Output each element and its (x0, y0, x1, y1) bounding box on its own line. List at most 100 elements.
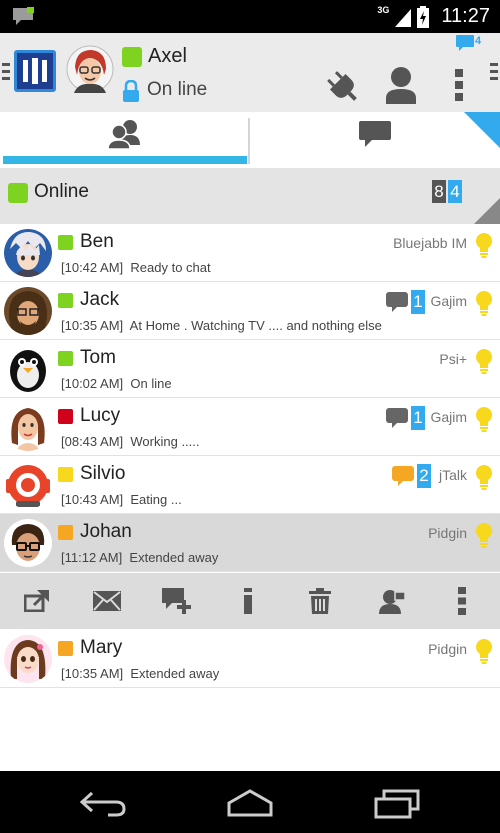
status-bar: 3G 11:27 (0, 0, 500, 33)
status-time: [10:35 AM] (61, 318, 124, 333)
open-chat-button[interactable] (19, 583, 55, 619)
chat-bubble-icon (386, 408, 408, 428)
add-chat-button[interactable] (159, 583, 195, 619)
contact-name: Mary (80, 637, 123, 658)
client-name: Gajim (430, 409, 467, 425)
contact-row-mary[interactable]: Mary [10:35 AM] Extended away Pidgin (0, 630, 500, 688)
client-name: Pidgin (428, 641, 467, 657)
status-text: Ready to chat (130, 260, 211, 275)
delete-icon (309, 588, 331, 614)
app-logo-icon[interactable] (14, 50, 56, 92)
plug-icon[interactable] (322, 66, 362, 106)
avatar (4, 635, 52, 683)
info-button[interactable] (230, 583, 266, 619)
new-message-corner-indicator (464, 112, 500, 148)
signal-icon (395, 8, 412, 27)
unread-count: 1 (411, 290, 425, 314)
contact-status-message: [11:12 AM] Extended away (61, 550, 218, 565)
chat-bubble-icon (359, 121, 391, 147)
status-dot (58, 467, 73, 482)
avatar (4, 229, 52, 277)
recent-apps-icon[interactable] (372, 787, 422, 819)
contact-row-johan[interactable]: Johan [11:12 AM] Extended away Pidgin (0, 514, 500, 572)
lightbulb-icon[interactable] (474, 522, 494, 548)
more-actions-button[interactable] (444, 583, 480, 619)
contact-name: Jack (80, 289, 120, 310)
back-icon[interactable] (78, 787, 128, 819)
lock-icon (123, 80, 139, 102)
unread-count: 1 (411, 406, 425, 430)
contact-name: Silvio (80, 463, 126, 484)
status-dot (58, 409, 73, 424)
lightbulb-icon[interactable] (474, 290, 494, 316)
lightbulb-icon[interactable] (474, 232, 494, 258)
contact-row-jack[interactable]: Jack [10:35 AM] At Home . Watching TV ..… (0, 282, 500, 340)
unread-badge[interactable]: 2 (392, 464, 431, 488)
contact-row-tom[interactable]: Tom [10:02 AM] On line Psi+ (0, 340, 500, 398)
contact-row-silvio[interactable]: Silvio [10:43 AM] Eating ... 2 jTalk (0, 456, 500, 514)
unread-count: 2 (417, 464, 431, 488)
status-dot (58, 351, 73, 366)
account-icon[interactable] (384, 66, 418, 104)
tab-chats[interactable] (250, 112, 500, 168)
tab-bar (0, 112, 500, 168)
notification-message-icon (13, 7, 34, 25)
status-text: At Home . Watching TV .... and nothing e… (129, 318, 382, 333)
group-header-online[interactable]: Online 8 4 (0, 168, 500, 224)
contact-info-button[interactable] (374, 583, 410, 619)
unread-messages-indicator[interactable]: 4 (456, 35, 481, 51)
lightbulb-icon[interactable] (474, 638, 494, 664)
lightbulb-icon[interactable] (474, 406, 494, 432)
contact-name: Johan (80, 521, 132, 542)
user-status-text[interactable]: On line (147, 79, 207, 101)
client-name: Gajim (430, 293, 467, 309)
account-header: Axel On line 4 (0, 33, 500, 112)
status-dot (58, 641, 73, 656)
add-chat-icon (162, 588, 191, 614)
avatar (4, 287, 52, 335)
contact-info-icon (379, 590, 405, 614)
avatar (4, 519, 52, 567)
user-avatar[interactable] (66, 45, 114, 93)
group-count-total: 8 (432, 180, 446, 203)
home-icon[interactable] (225, 787, 275, 819)
contact-name: Lucy (80, 405, 121, 426)
group-count-online: 4 (448, 180, 462, 203)
user-status-dot[interactable] (122, 47, 142, 67)
contact-status-message: [10:35 AM] Extended away (61, 666, 219, 681)
user-name: Axel (148, 45, 187, 67)
send-mail-button[interactable] (89, 583, 125, 619)
clock: 11:27 (441, 5, 490, 27)
contact-name: Tom (80, 347, 116, 368)
lightbulb-icon[interactable] (474, 348, 494, 374)
contact-status-message: [10:43 AM] Eating ... (61, 492, 182, 507)
battery-icon (417, 5, 430, 28)
group-status-dot (8, 183, 28, 203)
chat-bubble-icon (386, 292, 408, 312)
drawer-handle-left[interactable] (2, 63, 10, 81)
status-text: Extended away (130, 666, 220, 681)
overflow-menu-icon[interactable] (452, 69, 466, 101)
status-time: [08:43 AM] (61, 434, 124, 449)
chat-bubble-icon (456, 35, 474, 51)
contact-row-ben[interactable]: Ben [10:42 AM] Ready to chat Bluejabb IM (0, 224, 500, 282)
client-name: Bluejabb IM (393, 235, 467, 251)
info-icon (244, 588, 252, 614)
delete-button[interactable] (302, 583, 338, 619)
unread-messages-count: 4 (475, 35, 482, 47)
lightbulb-icon[interactable] (474, 464, 494, 490)
overflow-menu-icon (458, 587, 466, 615)
contact-row-lucy[interactable]: Lucy [08:43 AM] Working ..... 1 Gajim (0, 398, 500, 456)
client-name: Psi+ (439, 351, 467, 367)
drawer-handle-right[interactable] (490, 63, 498, 81)
client-name: Pidgin (428, 525, 467, 541)
status-text: On line (130, 376, 172, 391)
avatar (4, 403, 52, 451)
contact-action-bar (0, 573, 500, 629)
contacts-icon (108, 120, 140, 149)
group-collapse-indicator (474, 198, 500, 224)
unread-badge[interactable]: 1 (386, 406, 425, 430)
chat-bubble-icon (392, 466, 414, 486)
contact-status-message: [10:35 AM] At Home . Watching TV .... an… (61, 318, 382, 333)
unread-badge[interactable]: 1 (386, 290, 425, 314)
